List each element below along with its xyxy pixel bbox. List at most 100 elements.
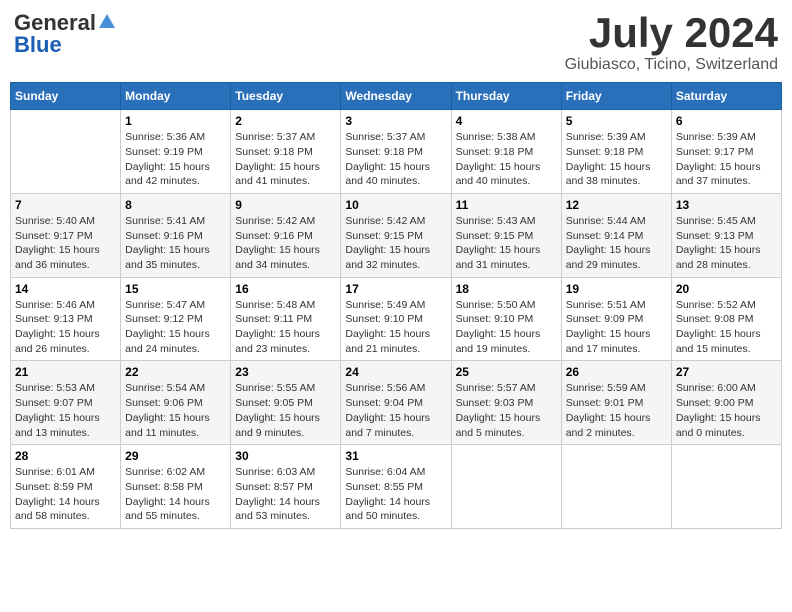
day-info: Sunrise: 6:02 AM Sunset: 8:58 PM Dayligh… — [125, 465, 226, 524]
day-number: 5 — [566, 114, 667, 128]
calendar-cell: 7 Sunrise: 5:40 AM Sunset: 9:17 PM Daylig… — [11, 193, 121, 277]
day-number: 24 — [345, 365, 446, 379]
calendar-cell: 26 Sunrise: 5:59 AM Sunset: 9:01 PM Dayli… — [561, 361, 671, 445]
calendar-cell: 31 Sunrise: 6:04 AM Sunset: 8:55 PM Dayli… — [341, 445, 451, 529]
calendar-cell: 23Sunrise: 5:55 AM Sunset: 9:05 PM Dayli… — [231, 361, 341, 445]
day-info: Sunrise: 5:47 AM Sunset: 9:12 PM Dayligh… — [125, 298, 226, 357]
day-info: Sunrise: 6:00 AM Sunset: 9:00 PM Dayligh… — [676, 381, 777, 440]
day-info: Sunrise: 5:43 AM Sunset: 9:15 PM Dayligh… — [456, 214, 557, 273]
calendar-table: SundayMondayTuesdayWednesdayThursdayFrid… — [10, 82, 782, 529]
day-info: Sunrise: 5:50 AM Sunset: 9:10 PM Dayligh… — [456, 298, 557, 357]
calendar-cell: 10 Sunrise: 5:42 AM Sunset: 9:15 PM Dayli… — [341, 193, 451, 277]
day-info: Sunrise: 5:41 AM Sunset: 9:16 PM Dayligh… — [125, 214, 226, 273]
calendar-cell: 2Sunrise: 5:37 AM Sunset: 9:18 PM Daylig… — [231, 110, 341, 194]
calendar-cell: 27Sunrise: 6:00 AM Sunset: 9:00 PM Dayli… — [671, 361, 781, 445]
logo: General Blue — [14, 10, 116, 58]
calendar-cell: 15 Sunrise: 5:47 AM Sunset: 9:12 PM Dayli… — [121, 277, 231, 361]
day-number: 6 — [676, 114, 777, 128]
day-info: Sunrise: 5:36 AM Sunset: 9:19 PM Dayligh… — [125, 130, 226, 189]
day-number: 18 — [456, 282, 557, 296]
calendar-cell: 13 Sunrise: 5:45 AM Sunset: 9:13 PM Dayli… — [671, 193, 781, 277]
day-number: 10 — [345, 198, 446, 212]
title-block: July 2024 Giubiasco, Ticino, Switzerland — [565, 10, 778, 74]
day-number: 3 — [345, 114, 446, 128]
day-info: Sunrise: 5:46 AM Sunset: 9:13 PM Dayligh… — [15, 298, 116, 357]
day-number: 14 — [15, 282, 116, 296]
day-number: 13 — [676, 198, 777, 212]
day-number: 25 — [456, 365, 557, 379]
day-info: Sunrise: 5:39 AM Sunset: 9:18 PM Dayligh… — [566, 130, 667, 189]
day-info: Sunrise: 5:48 AM Sunset: 9:11 PM Dayligh… — [235, 298, 336, 357]
day-info: Sunrise: 6:03 AM Sunset: 8:57 PM Dayligh… — [235, 465, 336, 524]
day-number: 1 — [125, 114, 226, 128]
day-info: Sunrise: 5:37 AM Sunset: 9:18 PM Dayligh… — [345, 130, 446, 189]
calendar-week-row: 21Sunrise: 5:53 AM Sunset: 9:07 PM Dayli… — [11, 361, 782, 445]
day-info: Sunrise: 5:56 AM Sunset: 9:04 PM Dayligh… — [345, 381, 446, 440]
day-number: 20 — [676, 282, 777, 296]
day-info: Sunrise: 5:38 AM Sunset: 9:18 PM Dayligh… — [456, 130, 557, 189]
weekday-header: Wednesday — [341, 83, 451, 110]
calendar-cell: 3 Sunrise: 5:37 AM Sunset: 9:18 PM Daylig… — [341, 110, 451, 194]
calendar-week-row: 1 Sunrise: 5:36 AM Sunset: 9:19 PM Daylig… — [11, 110, 782, 194]
calendar-cell: 16 Sunrise: 5:48 AM Sunset: 9:11 PM Dayli… — [231, 277, 341, 361]
calendar-cell: 6 Sunrise: 5:39 AM Sunset: 9:17 PM Daylig… — [671, 110, 781, 194]
calendar-cell: 30 Sunrise: 6:03 AM Sunset: 8:57 PM Dayli… — [231, 445, 341, 529]
day-number: 31 — [345, 449, 446, 463]
logo-icon — [98, 12, 116, 30]
day-info: Sunrise: 5:57 AM Sunset: 9:03 PM Dayligh… — [456, 381, 557, 440]
calendar-header-row: SundayMondayTuesdayWednesdayThursdayFrid… — [11, 83, 782, 110]
day-info: Sunrise: 5:59 AM Sunset: 9:01 PM Dayligh… — [566, 381, 667, 440]
day-info: Sunrise: 5:49 AM Sunset: 9:10 PM Dayligh… — [345, 298, 446, 357]
calendar-cell: 12Sunrise: 5:44 AM Sunset: 9:14 PM Dayli… — [561, 193, 671, 277]
day-number: 17 — [345, 282, 446, 296]
calendar-cell — [671, 445, 781, 529]
day-number: 29 — [125, 449, 226, 463]
calendar-cell: 28Sunrise: 6:01 AM Sunset: 8:59 PM Dayli… — [11, 445, 121, 529]
day-info: Sunrise: 5:55 AM Sunset: 9:05 PM Dayligh… — [235, 381, 336, 440]
day-number: 9 — [235, 198, 336, 212]
day-number: 11 — [456, 198, 557, 212]
weekday-header: Thursday — [451, 83, 561, 110]
calendar-cell: 22Sunrise: 5:54 AM Sunset: 9:06 PM Dayli… — [121, 361, 231, 445]
day-number: 15 — [125, 282, 226, 296]
day-number: 21 — [15, 365, 116, 379]
day-number: 30 — [235, 449, 336, 463]
weekday-header: Friday — [561, 83, 671, 110]
calendar-cell: 9Sunrise: 5:42 AM Sunset: 9:16 PM Daylig… — [231, 193, 341, 277]
calendar-cell — [561, 445, 671, 529]
day-number: 2 — [235, 114, 336, 128]
day-number: 7 — [15, 198, 116, 212]
weekday-header: Tuesday — [231, 83, 341, 110]
calendar-cell: 5 Sunrise: 5:39 AM Sunset: 9:18 PM Daylig… — [561, 110, 671, 194]
calendar-cell: 4Sunrise: 5:38 AM Sunset: 9:18 PM Daylig… — [451, 110, 561, 194]
weekday-header: Saturday — [671, 83, 781, 110]
day-info: Sunrise: 5:42 AM Sunset: 9:15 PM Dayligh… — [345, 214, 446, 273]
calendar-cell — [451, 445, 561, 529]
calendar-week-row: 7 Sunrise: 5:40 AM Sunset: 9:17 PM Daylig… — [11, 193, 782, 277]
calendar-cell: 11 Sunrise: 5:43 AM Sunset: 9:15 PM Dayli… — [451, 193, 561, 277]
day-info: Sunrise: 5:40 AM Sunset: 9:17 PM Dayligh… — [15, 214, 116, 273]
calendar-cell: 19Sunrise: 5:51 AM Sunset: 9:09 PM Dayli… — [561, 277, 671, 361]
calendar-cell: 20 Sunrise: 5:52 AM Sunset: 9:08 PM Dayli… — [671, 277, 781, 361]
day-info: Sunrise: 6:01 AM Sunset: 8:59 PM Dayligh… — [15, 465, 116, 524]
day-info: Sunrise: 5:52 AM Sunset: 9:08 PM Dayligh… — [676, 298, 777, 357]
day-number: 8 — [125, 198, 226, 212]
calendar-cell: 24 Sunrise: 5:56 AM Sunset: 9:04 PM Dayli… — [341, 361, 451, 445]
month-title: July 2024 — [565, 10, 778, 56]
calendar-cell: 25 Sunrise: 5:57 AM Sunset: 9:03 PM Dayli… — [451, 361, 561, 445]
calendar-cell: 29 Sunrise: 6:02 AM Sunset: 8:58 PM Dayli… — [121, 445, 231, 529]
day-info: Sunrise: 6:04 AM Sunset: 8:55 PM Dayligh… — [345, 465, 446, 524]
day-number: 12 — [566, 198, 667, 212]
calendar-cell: 14 Sunrise: 5:46 AM Sunset: 9:13 PM Dayli… — [11, 277, 121, 361]
day-number: 16 — [235, 282, 336, 296]
weekday-header: Monday — [121, 83, 231, 110]
day-number: 19 — [566, 282, 667, 296]
day-info: Sunrise: 5:39 AM Sunset: 9:17 PM Dayligh… — [676, 130, 777, 189]
calendar-cell: 1 Sunrise: 5:36 AM Sunset: 9:19 PM Daylig… — [121, 110, 231, 194]
day-info: Sunrise: 5:45 AM Sunset: 9:13 PM Dayligh… — [676, 214, 777, 273]
calendar-cell: 17 Sunrise: 5:49 AM Sunset: 9:10 PM Dayli… — [341, 277, 451, 361]
calendar-cell: 18 Sunrise: 5:50 AM Sunset: 9:10 PM Dayli… — [451, 277, 561, 361]
calendar-cell: 21Sunrise: 5:53 AM Sunset: 9:07 PM Dayli… — [11, 361, 121, 445]
day-info: Sunrise: 5:54 AM Sunset: 9:06 PM Dayligh… — [125, 381, 226, 440]
day-number: 26 — [566, 365, 667, 379]
